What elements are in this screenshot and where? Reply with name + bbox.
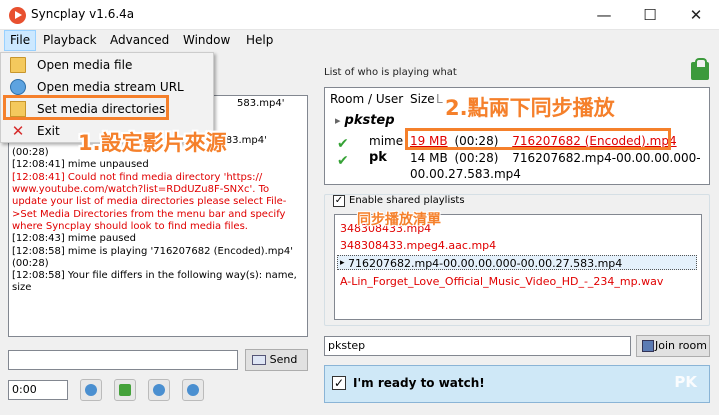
maximize-button[interactable]: ☐ bbox=[627, 0, 673, 30]
shared-playlist[interactable]: 348308433.mp4 348308433.mpeg4.aac.mp4 ▸ … bbox=[334, 214, 702, 320]
folder-icon bbox=[10, 57, 26, 73]
room-input[interactable]: pkstep bbox=[324, 336, 631, 356]
undo-seek-icon[interactable] bbox=[114, 379, 136, 401]
playlist-item[interactable]: A-Lin_Forget_Love_Official_Music_Video_H… bbox=[340, 274, 663, 289]
menu-open-media-file[interactable]: Open media file bbox=[3, 54, 211, 76]
menu-label: Open media file bbox=[37, 58, 133, 72]
time-input[interactable]: 0:00 bbox=[8, 380, 68, 400]
chat-line: [12:08:58] Your file differs in the foll… bbox=[12, 270, 297, 282]
close-window-button[interactable]: ✕ bbox=[673, 0, 719, 30]
ready-check-icon: ✔ bbox=[337, 153, 349, 169]
now-playing-arrow-icon: ▸ bbox=[340, 258, 345, 268]
room-row[interactable]: ▸ pkstep bbox=[335, 113, 395, 129]
menu-playback[interactable]: Playback bbox=[38, 30, 102, 51]
chat-error-line: where Syncplay should look to find media… bbox=[12, 220, 248, 232]
playlist-item[interactable]: 348308433.mpeg4.aac.mp4 bbox=[340, 238, 496, 253]
annotation-playlist: 同步播放清單 bbox=[357, 212, 441, 228]
room-name: pkstep bbox=[344, 113, 395, 128]
column-header-room-user[interactable]: Room / User bbox=[330, 92, 403, 106]
chat-error-line: www.youtube.com/watch?list=RDdUZu8F-SNXc… bbox=[12, 184, 270, 196]
chat-line: [12:08:58] mime is playing '716207682 (E… bbox=[12, 245, 293, 257]
pause-icon[interactable] bbox=[182, 379, 204, 401]
ready-checkbox[interactable]: ✓ bbox=[332, 376, 346, 390]
user-name: mime bbox=[369, 134, 404, 148]
close-icon: ✕ bbox=[11, 122, 25, 140]
annotation-step2: 2.點兩下同步播放 bbox=[445, 96, 615, 120]
chat-line: size bbox=[12, 282, 32, 294]
play-icon[interactable] bbox=[148, 379, 170, 401]
user-row-pk-details: 14 MB (00:28) 716207682.mp4-00.00.00.000… bbox=[410, 150, 709, 181]
send-button[interactable]: Send bbox=[245, 349, 308, 371]
playlist-item-current-text: 716207682.mp4-00.00.00.000-00.00.27.583.… bbox=[348, 257, 623, 270]
lock-icon[interactable] bbox=[691, 58, 709, 80]
chat-line: (00:28) bbox=[12, 257, 49, 269]
globe-icon bbox=[10, 79, 26, 95]
chat-line: [12:08:43] mime paused bbox=[12, 233, 137, 245]
join-room-button[interactable]: Join room bbox=[636, 335, 710, 357]
title-bar: Syncplay v1.6.4a — ☐ ✕ bbox=[0, 0, 719, 30]
file-name: 716207682.mp4-00.00.00.000-00.00.27.583.… bbox=[410, 151, 701, 181]
watermark: PK bbox=[674, 373, 697, 391]
chat-error-line: [12:08:41] Could not find media director… bbox=[12, 171, 263, 183]
seek-icon[interactable] bbox=[80, 379, 102, 401]
menu-highlight-box bbox=[3, 95, 169, 120]
join-room-label: Join room bbox=[655, 339, 707, 352]
window-title: Syncplay v1.6.4a bbox=[31, 7, 135, 21]
column-header-size[interactable]: Size bbox=[410, 92, 435, 106]
menu-label: Open media stream URL bbox=[37, 80, 184, 94]
chat-line: [12:08:41] mime unpaused bbox=[12, 159, 149, 171]
chat-error-line: update your list of media directories pl… bbox=[12, 196, 287, 208]
expand-arrow-icon: ▸ bbox=[335, 114, 341, 127]
menu-label: Exit bbox=[37, 124, 60, 138]
user-list-label: List of who is playing what bbox=[324, 67, 457, 78]
ready-label: I'm ready to watch! bbox=[353, 376, 485, 390]
playlist-item-current[interactable]: ▸ 716207682.mp4-00.00.00.000-00.00.27.58… bbox=[337, 255, 697, 270]
minimize-button[interactable]: — bbox=[581, 0, 627, 30]
ready-check-icon: ✔ bbox=[337, 136, 349, 152]
chat-input[interactable] bbox=[8, 350, 238, 370]
enable-playlist-checkbox[interactable]: ✓ bbox=[333, 195, 345, 207]
annotation-step1: 1.設定影片來源 bbox=[78, 131, 227, 155]
column-header-length[interactable]: L bbox=[436, 92, 443, 106]
file-highlight-box bbox=[405, 128, 671, 150]
ready-panel[interactable]: ✓ I'm ready to watch! PK bbox=[324, 365, 710, 403]
send-button-label: Send bbox=[269, 353, 298, 366]
syncplay-logo-icon bbox=[9, 7, 26, 24]
user-row-pk[interactable]: pk bbox=[369, 150, 387, 166]
join-room-icon bbox=[642, 340, 654, 352]
menu-file[interactable]: File bbox=[4, 30, 37, 51]
chat-error-line: >Set Media Directories from the menu bar… bbox=[12, 208, 286, 220]
file-duration: (00:28) bbox=[454, 151, 499, 165]
send-icon bbox=[252, 355, 266, 365]
menu-advanced[interactable]: Advanced bbox=[105, 30, 174, 51]
enable-playlist-label: Enable shared playlists bbox=[349, 195, 468, 206]
menu-bar: File Playback Advanced Window Help bbox=[0, 30, 719, 51]
menu-help[interactable]: Help bbox=[241, 30, 278, 51]
user-name: pk bbox=[369, 150, 387, 165]
file-size: 14 MB bbox=[410, 151, 448, 165]
menu-window[interactable]: Window bbox=[178, 30, 235, 51]
